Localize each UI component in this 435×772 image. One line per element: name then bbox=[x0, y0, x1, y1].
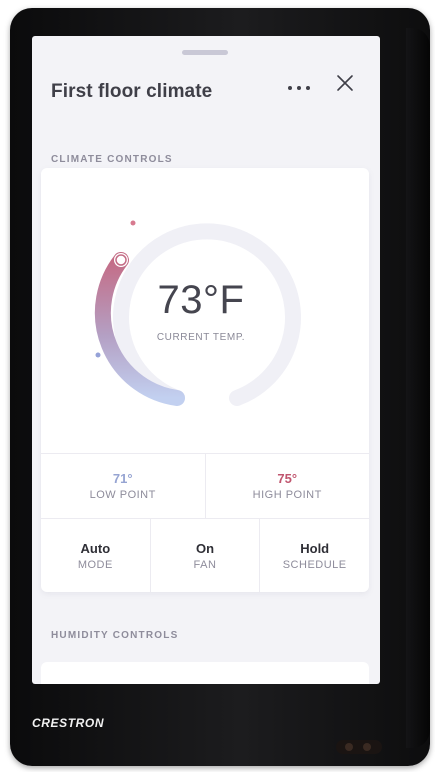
more-options-icon[interactable] bbox=[288, 82, 310, 94]
current-temperature-label: CURRENT TEMP. bbox=[156, 332, 246, 343]
schedule-label: SCHEDULE bbox=[282, 558, 347, 571]
climate-section-label: CLIMATE CONTROLS bbox=[51, 154, 173, 165]
climate-card: 73°F CURRENT TEMP. 71° LOW POINT 75° HIG… bbox=[41, 168, 369, 592]
device-side-edge bbox=[406, 28, 430, 748]
high-point-marker bbox=[130, 220, 136, 226]
setpoint-row: 71° LOW POINT 75° HIGH POINT bbox=[41, 453, 369, 518]
low-point-button[interactable]: 71° LOW POINT bbox=[41, 454, 206, 518]
humidity-section-label: HUMIDITY CONTROLS bbox=[51, 630, 179, 641]
high-point-label: HIGH POINT bbox=[252, 489, 322, 501]
low-point-label: LOW POINT bbox=[89, 489, 156, 501]
fan-label: FAN bbox=[193, 558, 217, 571]
screen: First floor climate CLIMATE CONTROLS 73°… bbox=[32, 36, 380, 684]
controls-row: Auto MODE On FAN Hold SCHEDULE bbox=[41, 518, 369, 592]
drag-handle[interactable] bbox=[182, 50, 228, 55]
humidity-card bbox=[41, 662, 369, 684]
low-point-value: 71° bbox=[112, 471, 133, 486]
high-point-button[interactable]: 75° HIGH POINT bbox=[206, 454, 370, 518]
mode-label: MODE bbox=[77, 558, 113, 571]
mode-value: Auto bbox=[80, 540, 111, 556]
proximity-sensor bbox=[336, 740, 382, 754]
high-point-value: 75° bbox=[277, 471, 298, 486]
mode-button[interactable]: Auto MODE bbox=[41, 519, 151, 592]
schedule-value: Hold bbox=[300, 540, 330, 556]
low-point-marker bbox=[95, 352, 101, 358]
fan-value: On bbox=[195, 540, 215, 556]
close-icon[interactable] bbox=[336, 74, 354, 92]
brand-logo: CRESTRON bbox=[32, 716, 105, 730]
fan-button[interactable]: On FAN bbox=[151, 519, 261, 592]
current-temperature: 73°F bbox=[157, 278, 245, 322]
schedule-button[interactable]: Hold SCHEDULE bbox=[260, 519, 369, 592]
page-title: First floor climate bbox=[51, 81, 213, 102]
